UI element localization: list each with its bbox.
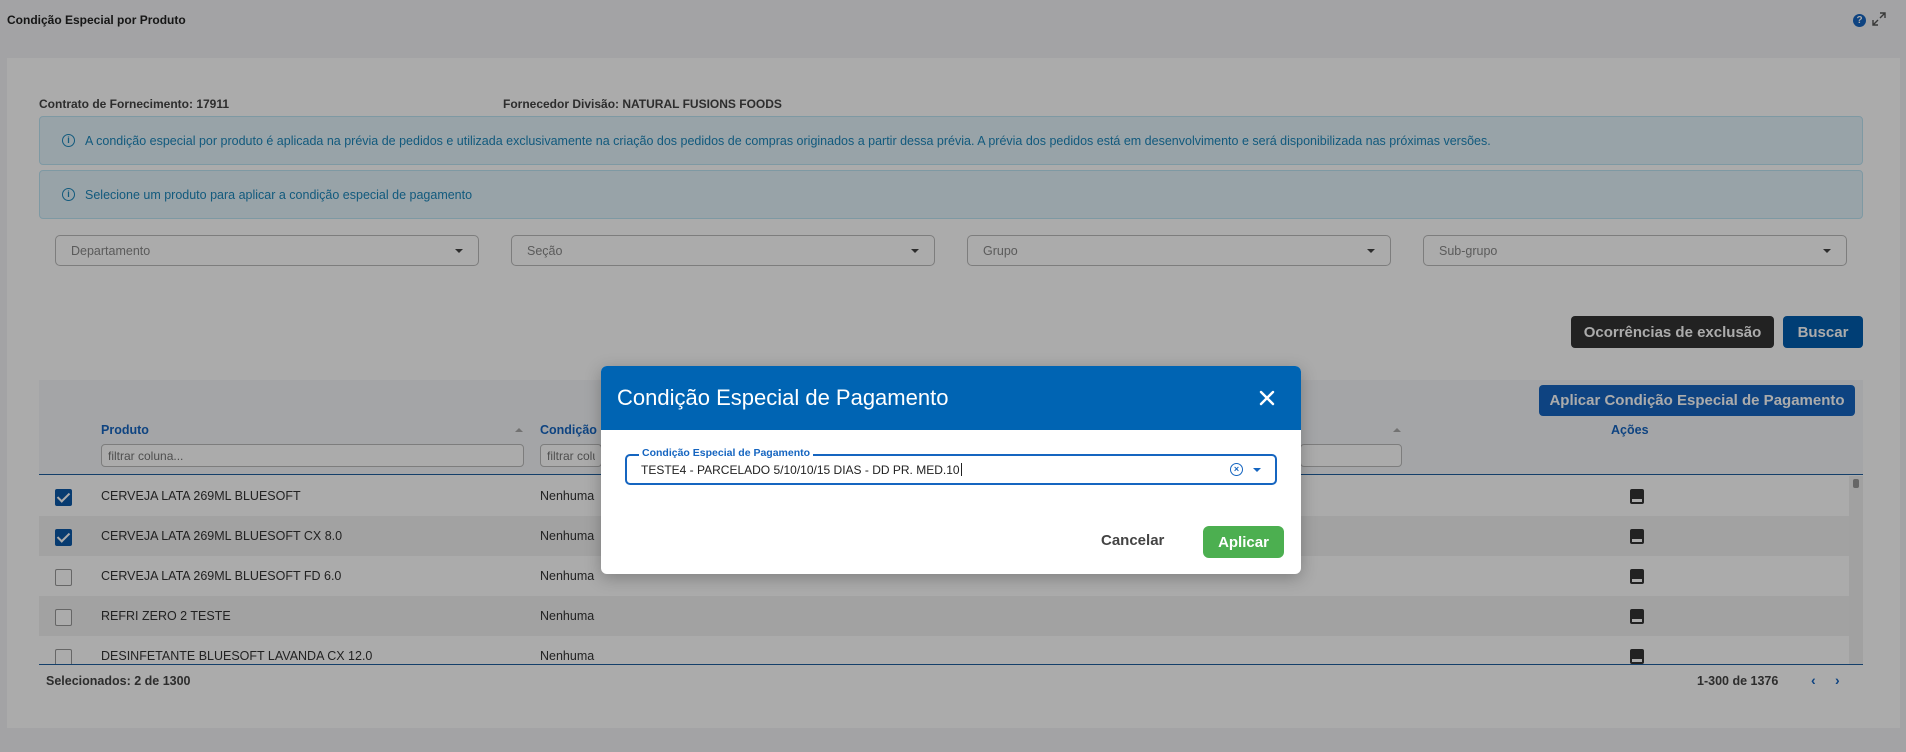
dialog-title: Condição Especial de Pagamento xyxy=(617,385,949,410)
close-icon[interactable] xyxy=(1257,388,1277,408)
chevron-down-icon[interactable] xyxy=(1253,468,1261,472)
dialog-header: Condição Especial de Pagamento xyxy=(601,366,1301,430)
payment-condition-dialog: Condição Especial de Pagamento TESTE4 - … xyxy=(601,366,1301,574)
clear-icon[interactable]: × xyxy=(1230,463,1243,476)
cancel-button[interactable]: Cancelar xyxy=(1101,532,1164,549)
field-label: Condição Especial de Pagamento xyxy=(639,447,814,459)
apply-button[interactable]: Aplicar xyxy=(1203,526,1284,558)
field-value: TESTE4 - PARCELADO 5/10/10/15 DIAS - DD … xyxy=(641,463,962,477)
